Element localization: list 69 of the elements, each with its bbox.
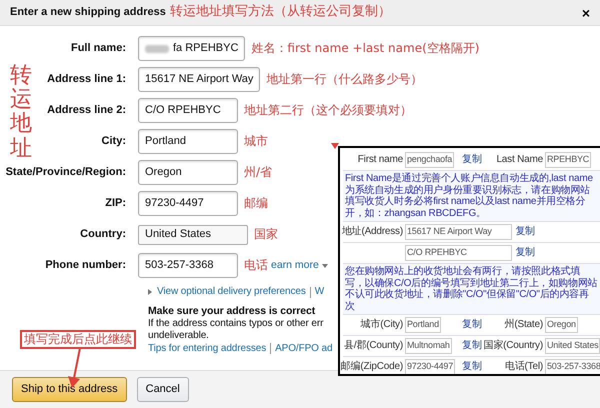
field-label: 州(State) [504, 318, 543, 332]
field-label: 电话(Tel) [504, 360, 543, 374]
copy-link[interactable]: 复制 [459, 360, 479, 374]
input-field[interactable]: United States [545, 338, 600, 354]
annotation-text: 转运地址填写方法（从转运公司复制） [170, 4, 392, 21]
copy-link[interactable]: 复制 [459, 154, 479, 166]
annotation-callout: 填写完成后点此继续 [20, 330, 136, 349]
input-field[interactable]: Portland [405, 317, 441, 333]
annotation-text: 电话 [244, 258, 268, 273]
field-label: Last Name [496, 154, 543, 166]
annotation-text: 城市 [244, 134, 268, 149]
annotation-text: 地址第一行（什么路多少号） [266, 72, 422, 87]
link[interactable]: APO/FPO ad [275, 342, 332, 356]
link[interactable]: W [314, 286, 324, 298]
field-label: Address line 1: [47, 72, 126, 86]
field-label: State/Province/Region: [6, 166, 126, 180]
link[interactable]: Tips for entering addresses [148, 342, 266, 356]
annotation-text: 转运地址 [10, 64, 32, 161]
field-label: ZIP: [105, 196, 126, 210]
annotation-text: 国家 [254, 227, 278, 242]
input-field[interactable]: Multnomah [405, 338, 452, 354]
input-field[interactable]: Oregon [545, 317, 578, 333]
triangle-icon [331, 143, 339, 149]
field-label: 城市(City) [360, 318, 403, 332]
copy-link[interactable]: 复制 [512, 226, 535, 238]
note-text: First Name是通过完善个人账户信息自动生成的,last name为系统自动生成的用户身份重要识别标志，请在购物网站填写收货人时务必将first name以及last name并用空格分开，如：zhangsan RBCDEFG。 [343, 171, 600, 222]
note-text: 您在购物网站上的收货地址会有两行，请按照此格式填写，以确保C/O后的编号填写到地址第二行上，如购物网站不认可此收货地址，请删除"C/O"但保留"C/O"后的内容再次 [343, 264, 600, 315]
triangle-icon [148, 289, 152, 296]
input-field[interactable]: Oregon [138, 160, 238, 185]
input-field[interactable]: C/O RPEHBYC [138, 98, 238, 123]
field-label: 地址(Address) [342, 226, 403, 238]
input-field[interactable]: 503-257-3368 [138, 253, 238, 278]
input-field[interactable]: Portland [138, 129, 238, 154]
learn-more-link[interactable]: earn more [271, 258, 319, 272]
annotation-text: 州/省 [244, 165, 272, 180]
annotation-text: 地址第二行（这个必须要填对） [244, 103, 412, 118]
close-button[interactable]: × [582, 6, 590, 20]
notice-title: Make sure your address is correct [148, 304, 316, 318]
copy-link[interactable]: 复制 [459, 318, 479, 332]
field-label: 国家(Country) [484, 340, 543, 352]
copy-link[interactable]: 复制 [512, 246, 535, 260]
input-field[interactable]: RPEHBYC [545, 152, 592, 168]
field-label: First name [358, 154, 403, 166]
field-label: Phone number: [45, 258, 126, 272]
field-label: Country: [80, 228, 126, 242]
dialog-title: Enter a new shipping address [10, 6, 167, 20]
field-label: 县/郡(County) [344, 340, 403, 352]
input-field[interactable]: 97230-4497 [405, 359, 456, 374]
input-field[interactable]: C/O RPEHBYC [405, 245, 512, 261]
field-label: City: [102, 134, 126, 148]
annotation-text: 姓名：first name +last name(空格隔开) [251, 41, 480, 56]
input-field[interactable]: 503-257-3368 [545, 359, 600, 374]
input-field[interactable]: 97230-4497 [138, 191, 238, 216]
notice-text: undeliverable. [148, 330, 209, 343]
input-field[interactable]: pengchaofa [405, 152, 454, 168]
ship-button[interactable]: Ship to this address [12, 376, 127, 402]
copy-link[interactable]: 复制 [459, 340, 479, 352]
annotation-text: 邮编 [244, 196, 268, 211]
notice-text: If the address contains typos or other err [148, 318, 324, 330]
link[interactable]: View optional delivery preferences [157, 286, 306, 298]
input-field[interactable]: fa RPEHBYC [138, 36, 246, 61]
country-select[interactable]: United States [138, 224, 248, 244]
field-label: Address line 2: [47, 104, 126, 118]
cancel-button[interactable]: Cancel [136, 376, 189, 402]
field-label: 邮编(ZipCode) [340, 360, 403, 374]
input-field[interactable]: 15617 NE Airport Way [405, 224, 512, 240]
field-label: Full name: [70, 42, 126, 56]
input-field[interactable]: 15617 NE Airport Way [138, 67, 260, 92]
caret-icon [322, 264, 328, 268]
